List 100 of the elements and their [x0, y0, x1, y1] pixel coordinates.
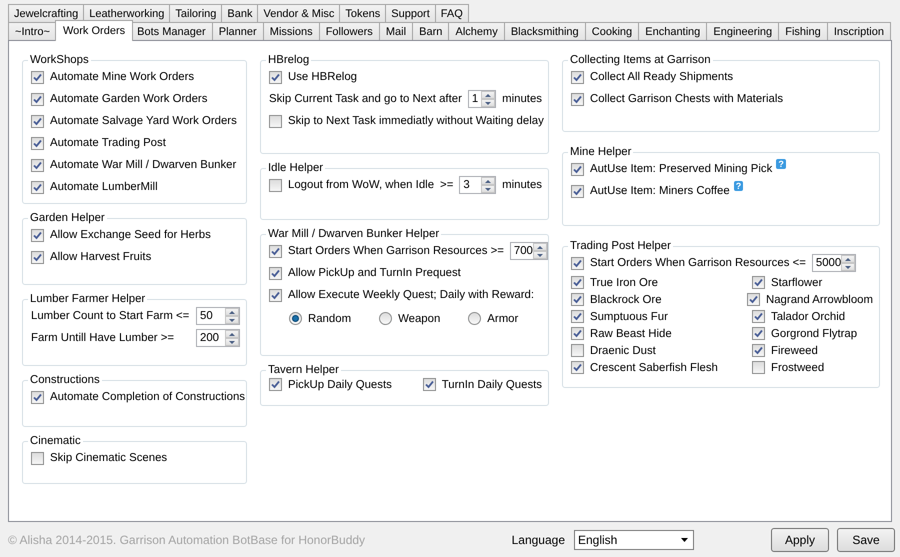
spin-down-button[interactable] — [481, 185, 496, 193]
radio-button[interactable]: Random — [289, 312, 352, 325]
checkbox[interactable]: Frostweed — [752, 361, 824, 374]
tab[interactable]: ~Intro~ — [8, 22, 57, 40]
caret-icon — [681, 538, 688, 542]
tab[interactable]: Vendor & Misc — [257, 4, 340, 22]
checkbox[interactable]: Allow Exchange Seed for Herbs — [31, 228, 211, 242]
tab[interactable]: Cooking — [584, 22, 640, 40]
checkbox[interactable]: Blackrock Ore — [571, 293, 741, 306]
checkbox[interactable]: Allow Execute Weekly Quest; Daily with Reward: — [269, 288, 534, 302]
field-label: Lumber Count to Start Farm <= — [31, 310, 190, 322]
checkbox[interactable]: Talador Orchid — [752, 310, 846, 323]
checkbox[interactable]: Start Orders When Garrison Resources <= — [571, 256, 806, 270]
checkbox[interactable]: AutUse Item: Preserved Mining Pick — [571, 162, 772, 176]
checkbox[interactable]: PickUp Daily Quests — [269, 378, 417, 391]
tab[interactable]: Work Orders — [54, 20, 134, 41]
check-mark-icon — [33, 160, 42, 170]
checkbox[interactable]: Fireweed — [752, 344, 818, 357]
checkbox[interactable]: TurnIn Daily Quests — [422, 378, 542, 391]
checkbox[interactable]: Automate Garden Work Orders — [31, 92, 208, 106]
checkbox[interactable]: Use HBRelog — [269, 70, 358, 84]
checkbox[interactable]: Skip to Next Task immediatly without Waiting delay — [269, 114, 544, 128]
check-mark-icon — [573, 164, 582, 174]
group-title: Collecting Items at Garrison — [569, 54, 712, 66]
spin-up-button[interactable] — [481, 177, 496, 185]
spin-up-button[interactable] — [532, 243, 547, 251]
number-spinner[interactable]: 5000 — [812, 254, 856, 272]
checkbox[interactable]: AutUse Item: Miners Coffee — [571, 184, 730, 198]
tab[interactable]: Bank — [221, 4, 258, 22]
checkbox[interactable]: Allow Harvest Fruits — [31, 250, 152, 264]
number-spinner[interactable]: 3 — [459, 176, 496, 194]
tab[interactable]: FAQ — [434, 4, 469, 22]
checkbox[interactable]: Start Orders When Garrison Resources >= — [269, 244, 504, 258]
checkbox[interactable]: Nagrand Arrowbloom — [747, 293, 873, 306]
checkbox[interactable]: Sumptuous Fur — [571, 310, 746, 323]
checkbox[interactable]: Automate Salvage Yard Work Orders — [31, 114, 237, 128]
spin-down-button[interactable] — [481, 99, 496, 107]
checkbox[interactable]: Automate Completion of Constructions — [31, 390, 246, 404]
tab[interactable]: Mail — [378, 22, 414, 40]
language-dropdown[interactable]: English — [574, 530, 694, 550]
number-spinner[interactable]: 50 — [196, 307, 240, 325]
tab[interactable]: Fishing — [778, 22, 828, 40]
spin-down-button[interactable] — [841, 263, 855, 271]
tab[interactable]: Leatherworking — [83, 4, 170, 22]
tab[interactable]: Missions — [262, 22, 320, 40]
checkbox[interactable]: Draenic Dust — [571, 344, 746, 357]
number-spinner[interactable]: 200 — [196, 329, 240, 347]
spin-up-button[interactable] — [481, 91, 496, 99]
check-mark-icon — [271, 72, 280, 82]
checkbox[interactable]: Collect Garrison Chests with Materials — [571, 92, 784, 106]
tab[interactable]: Tailoring — [169, 4, 222, 22]
apply-button[interactable]: Apply — [771, 528, 829, 552]
tab[interactable]: Engineering — [706, 22, 780, 40]
tab[interactable]: Bots Manager — [130, 22, 213, 40]
check-mark-icon — [573, 72, 582, 82]
check-mark-icon — [33, 72, 42, 82]
checkbox[interactable]: Starflower — [752, 276, 822, 289]
radio-button[interactable]: Weapon — [379, 312, 440, 325]
spin-up-button[interactable] — [225, 308, 239, 316]
checkbox[interactable]: Gorgrond Flytrap — [752, 327, 858, 340]
field-label: Farm Untill Have Lumber >= — [31, 332, 176, 344]
tab[interactable]: Jewelcrafting — [8, 4, 84, 22]
spin-down-button[interactable] — [225, 316, 239, 324]
tab[interactable]: Alchemy — [448, 22, 505, 40]
radio-button[interactable]: Armor — [468, 312, 518, 325]
save-button[interactable]: Save — [837, 528, 895, 552]
check-mark-icon — [33, 94, 42, 104]
tab[interactable]: Followers — [318, 22, 380, 40]
tab[interactable]: Planner — [212, 22, 264, 40]
checkbox[interactable]: Collect All Ready Shipments — [571, 70, 734, 84]
tab[interactable]: Enchanting — [638, 22, 708, 40]
checkbox[interactable]: Crescent Saberfish Flesh — [571, 361, 746, 374]
check-mark-icon — [573, 94, 582, 104]
tab[interactable]: Blacksmithing — [504, 22, 586, 40]
checkbox[interactable]: Automate Trading Post — [31, 136, 166, 150]
checkbox[interactable]: Automate War Mill / Dwarven Bunker — [31, 158, 236, 172]
checkbox[interactable]: Skip Cinematic Scenes — [31, 452, 168, 464]
checkbox[interactable]: Automate LumberMill — [31, 180, 158, 194]
spin-up-button[interactable] — [841, 255, 855, 263]
up-triangle-icon — [845, 258, 852, 260]
checkbox[interactable]: Raw Beast Hide — [571, 327, 746, 340]
number-spinner[interactable]: 700 — [510, 242, 548, 260]
field-label: >= — [440, 179, 454, 191]
spin-down-button[interactable] — [225, 338, 239, 346]
checkbox[interactable]: Logout from WoW, when Idle — [269, 178, 434, 192]
checkbox[interactable]: Automate Mine Work Orders — [31, 70, 194, 84]
down-triangle-icon — [536, 254, 543, 256]
spin-up-button[interactable] — [225, 330, 239, 338]
field-label: Skip Current Task and go to Next after — [269, 93, 462, 105]
tab[interactable]: Barn — [412, 22, 450, 40]
checkbox[interactable]: True Iron Ore — [571, 276, 746, 289]
tab[interactable]: Inscription — [826, 22, 892, 40]
check-mark-icon — [573, 186, 582, 196]
check-mark-icon — [424, 380, 434, 389]
number-spinner[interactable]: 1 — [468, 90, 496, 108]
tab[interactable]: Tokens — [339, 4, 386, 22]
spin-down-button[interactable] — [532, 251, 547, 259]
checkbox[interactable]: Allow PickUp and TurnIn Prequest — [269, 266, 461, 280]
field-label: minutes — [502, 93, 542, 105]
tab[interactable]: Support — [385, 4, 436, 22]
